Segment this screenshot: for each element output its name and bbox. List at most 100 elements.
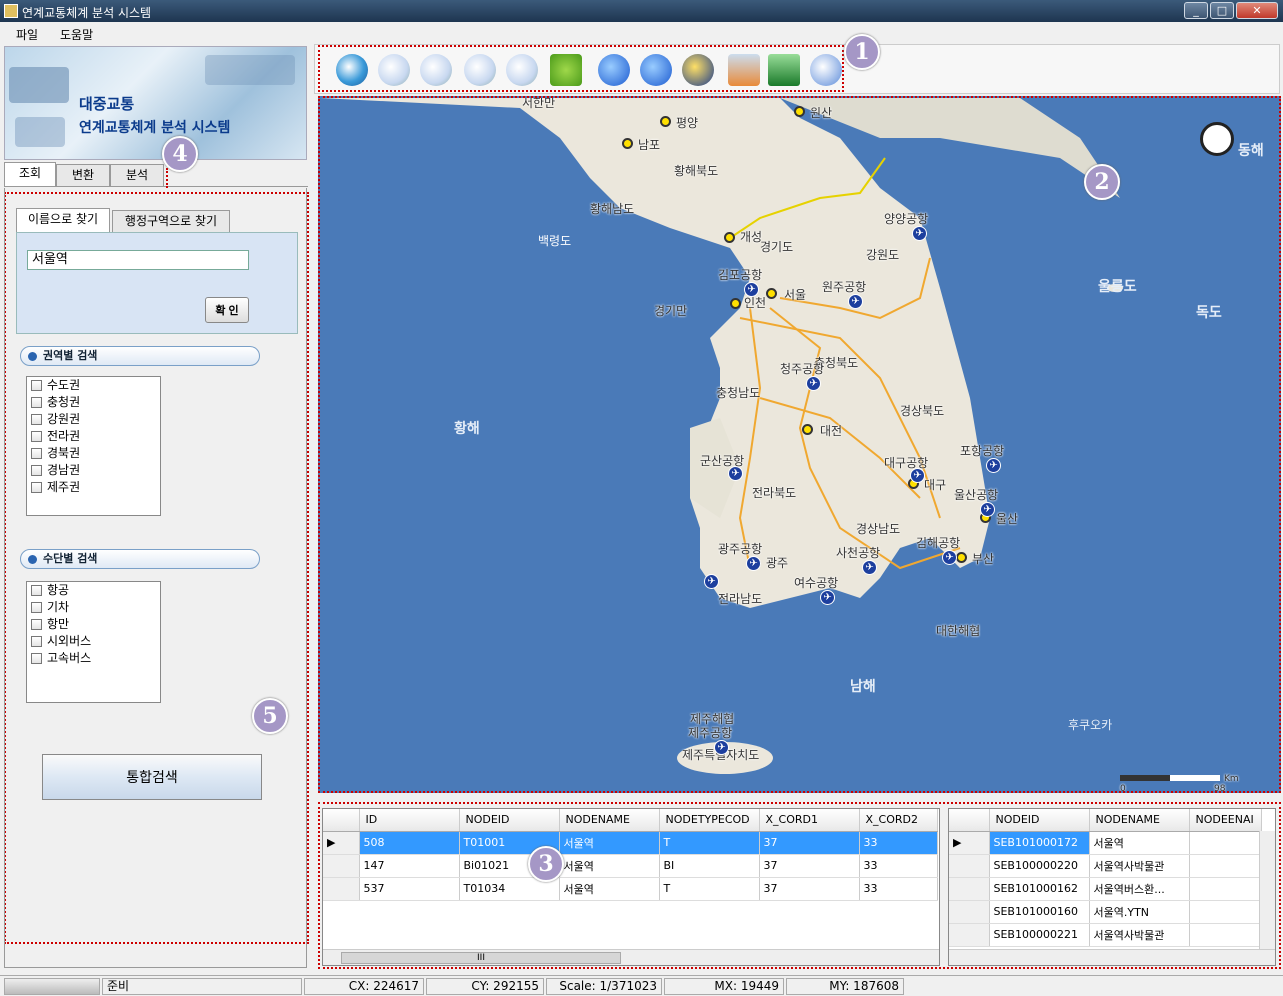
search-input[interactable]: 서울역 — [27, 250, 249, 270]
excel-export-icon[interactable] — [768, 54, 800, 86]
integrated-search-button[interactable]: 통합검색 — [42, 754, 262, 800]
row-header[interactable] — [323, 854, 360, 878]
table-cell[interactable]: SEB101000160 — [989, 900, 1090, 924]
horizontal-scrollbar[interactable] — [949, 949, 1275, 965]
tab-search-by-district[interactable]: 행정구역으로 찾기 — [112, 210, 230, 232]
checkbox-region-gangwon[interactable]: 강원권 — [27, 411, 160, 428]
table-cell[interactable]: T — [659, 831, 760, 855]
airport-icon[interactable]: ✈ — [942, 550, 957, 565]
column-header[interactable]: NODEENAI — [1189, 809, 1262, 832]
maximize-button[interactable]: □ — [1210, 2, 1234, 19]
city-pin-icon[interactable] — [660, 116, 671, 127]
checkbox-mode-express-bus[interactable]: 고속버스 — [27, 650, 160, 667]
checkbox-region-gyeongnam[interactable]: 경남권 — [27, 462, 160, 479]
city-pin-icon[interactable] — [724, 232, 735, 243]
checkbox-mode-train[interactable]: 기차 — [27, 599, 160, 616]
airport-icon[interactable]: ✈ — [820, 590, 835, 605]
table-cell[interactable]: 서울역 — [1089, 831, 1190, 855]
checkbox-icon[interactable] — [31, 585, 42, 596]
checkbox-region-capital[interactable]: 수도권 — [27, 377, 160, 394]
table-cell[interactable]: 서울역 — [559, 877, 660, 901]
table-cell[interactable]: 147 — [359, 854, 460, 878]
row-header[interactable] — [949, 900, 990, 924]
zoom-in-icon[interactable] — [420, 54, 452, 86]
table-cell[interactable]: 37 — [759, 831, 860, 855]
row-header[interactable] — [323, 877, 360, 901]
airport-icon[interactable]: ✈ — [912, 226, 927, 241]
compass-icon[interactable] — [1200, 122, 1234, 156]
checkbox-region-jeolla[interactable]: 전라권 — [27, 428, 160, 445]
checkbox-region-chungcheong[interactable]: 충청권 — [27, 394, 160, 411]
measure-icon[interactable] — [682, 54, 714, 86]
zoom-out-2x-icon[interactable] — [506, 54, 538, 86]
airport-icon[interactable]: ✈ — [848, 294, 863, 309]
airport-icon[interactable]: ✈ — [746, 556, 761, 571]
table-row[interactable]: ▶ SEB101000172 서울역 — [949, 831, 1262, 855]
checkbox-icon[interactable] — [31, 636, 42, 647]
checkbox-region-gyeongbuk[interactable]: 경북권 — [27, 445, 160, 462]
table-cell[interactable]: BI — [659, 854, 760, 878]
table-row[interactable]: 537 T01034 서울역 T 37 33 — [323, 877, 938, 901]
column-header[interactable]: X_CORD1 — [759, 809, 860, 832]
table-cell[interactable] — [1189, 900, 1262, 924]
table-cell[interactable]: SEB101000172 — [989, 831, 1090, 855]
checkbox-icon[interactable] — [31, 482, 42, 493]
airport-icon[interactable]: ✈ — [806, 376, 821, 391]
table-cell[interactable]: 서울역.YTN — [1089, 900, 1190, 924]
row-header[interactable] — [949, 923, 990, 947]
checkbox-icon[interactable] — [31, 414, 42, 425]
column-header[interactable]: NODETYPECOD — [659, 809, 760, 832]
table-cell[interactable]: 서울역버스환... — [1089, 877, 1190, 901]
row-header[interactable] — [949, 854, 990, 878]
horizontal-scrollbar[interactable]: III — [323, 949, 939, 965]
back-arrow-icon[interactable] — [598, 54, 630, 86]
airport-icon[interactable]: ✈ — [980, 502, 995, 517]
region-checklist[interactable]: 수도권 충청권 강원권 전라권 경북권 경남권 제주권 — [26, 376, 161, 516]
city-pin-icon[interactable] — [794, 106, 805, 117]
zoom-out-icon[interactable] — [464, 54, 496, 86]
city-pin-icon[interactable] — [766, 288, 777, 299]
column-header[interactable]: NODEID — [459, 809, 560, 832]
column-header[interactable]: NODENAME — [559, 809, 660, 832]
menu-help[interactable]: 도움말 — [60, 26, 93, 43]
vertical-scrollbar[interactable] — [1259, 831, 1275, 949]
minimize-button[interactable]: _ — [1184, 2, 1208, 19]
table-cell[interactable]: 서울역사박물관 — [1089, 854, 1190, 878]
table-cell[interactable]: SEB101000162 — [989, 877, 1090, 901]
table-row[interactable]: SEB101000160 서울역.YTN — [949, 900, 1262, 924]
city-pin-icon[interactable] — [956, 552, 967, 563]
checkbox-icon[interactable] — [31, 619, 42, 630]
table-cell[interactable]: SEB100000220 — [989, 854, 1090, 878]
table-cell[interactable]: 537 — [359, 877, 460, 901]
full-extent-icon[interactable] — [336, 54, 368, 86]
tab-lookup[interactable]: 조회 — [4, 162, 56, 186]
scrollbar-thumb[interactable]: III — [341, 952, 621, 964]
checkbox-mode-intercity-bus[interactable]: 시외버스 — [27, 633, 160, 650]
airport-icon[interactable]: ✈ — [862, 560, 877, 575]
checkbox-icon[interactable] — [31, 465, 42, 476]
table-row[interactable]: 147 Bi01021 서울역 BI 37 33 — [323, 854, 938, 878]
table-cell[interactable] — [1189, 923, 1262, 947]
airport-icon[interactable]: ✈ — [744, 282, 759, 297]
table-cell[interactable]: 33 — [859, 877, 938, 901]
table-cell[interactable]: 서울역 — [559, 831, 660, 855]
tab-search-by-name[interactable]: 이름으로 찾기 — [16, 208, 110, 232]
column-header[interactable]: X_CORD2 — [859, 809, 938, 832]
checkbox-mode-port[interactable]: 항만 — [27, 616, 160, 633]
column-header[interactable]: NODENAME — [1089, 809, 1190, 832]
zoom-in-2x-icon[interactable] — [378, 54, 410, 86]
table-cell[interactable]: 33 — [859, 831, 938, 855]
checkbox-icon[interactable] — [31, 397, 42, 408]
table-cell[interactable]: 37 — [759, 877, 860, 901]
city-pin-icon[interactable] — [730, 298, 741, 309]
table-cell[interactable]: SEB100000221 — [989, 923, 1090, 947]
tab-analysis[interactable]: 분석 — [110, 164, 164, 186]
table-cell[interactable]: 33 — [859, 854, 938, 878]
column-header[interactable]: ID — [359, 809, 460, 832]
table-row[interactable]: ▶ 508 T01001 서울역 T 37 33 — [323, 831, 938, 855]
airport-icon[interactable]: ✈ — [704, 574, 719, 589]
menu-file[interactable]: 파일 — [16, 26, 38, 43]
checkbox-icon[interactable] — [31, 380, 42, 391]
table-cell[interactable]: T — [659, 877, 760, 901]
result-grid-right[interactable]: NODEID NODENAME NODEENAI ▶ SEB101000172 … — [948, 808, 1276, 966]
